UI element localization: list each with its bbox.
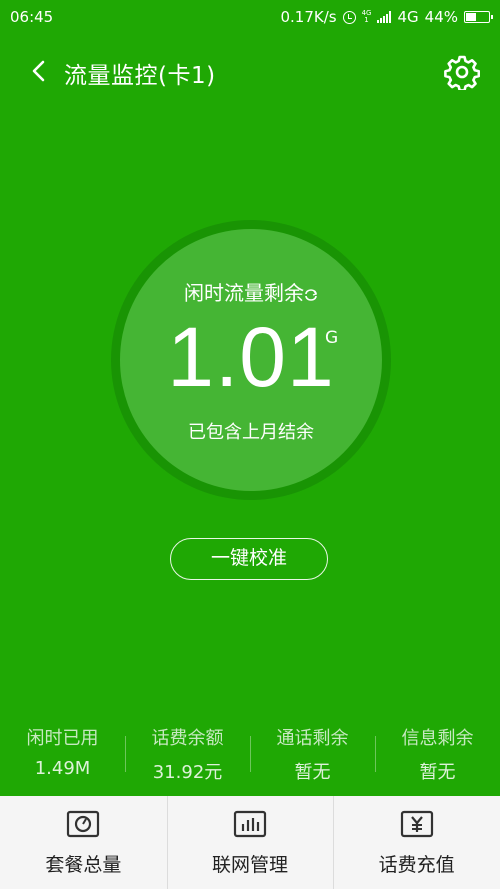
stat-value: 暂无 [419,762,456,783]
usage-note: 已包含上月结余 [188,422,314,443]
stat-label: 话费余额 [151,728,224,749]
nav-label: 联网管理 [212,854,289,876]
stat-balance[interactable]: 话费余额 31.92元 [125,720,250,790]
stat-label: 闲时已用 [26,728,99,749]
sim-indicator-icon: 4G 1 [362,10,372,24]
nav-plan-total[interactable]: 套餐总量 [0,796,167,889]
remaining-data-unit: G [325,328,339,348]
bottom-nav: 套餐总量 联网管理 话费充值 [0,796,500,889]
title-bar: 流量监控(卡1) [0,44,500,100]
stat-idle-used[interactable]: 闲时已用 1.49M [0,720,125,790]
nav-network-management[interactable]: 联网管理 [166,796,334,889]
battery-fill [466,13,476,21]
nav-recharge[interactable]: 话费充值 [333,796,500,889]
yuan-icon [400,810,433,838]
gauge-icon [67,810,100,838]
screen: 06:45 0.17K/s 4G 1 4G 44% 流量监控(卡1) 闲时流量剩… [0,0,500,889]
stat-value: 暂无 [294,762,331,783]
stats-row: 闲时已用 1.49M 话费余额 31.92元 通话剩余 暂无 信息剩余 暂无 [0,720,500,790]
network-speed: 0.17K/s [280,8,337,26]
back-arrow-icon[interactable] [28,58,54,84]
status-bar: 06:45 0.17K/s 4G 1 4G 44% [0,0,500,34]
battery-percent: 44% [424,8,458,26]
nav-label: 话费充值 [378,854,455,876]
stat-label: 通话剩余 [276,728,349,749]
remaining-data-value: 1.01 [167,310,335,404]
page-title: 流量监控(卡1) [64,63,216,89]
bar-chart-icon [233,810,267,838]
usage-caption: 闲时流量剩余 [120,277,382,306]
alarm-icon [342,10,356,24]
network-type: 4G [397,8,419,26]
stat-call-remaining[interactable]: 通话剩余 暂无 [250,720,375,790]
settings-gear-icon[interactable] [444,54,480,90]
refresh-icon[interactable] [304,288,318,302]
usage-caption-text: 闲时流量剩余 [184,281,304,305]
stat-value: 1.49M [34,758,91,779]
status-time: 06:45 [10,8,54,26]
battery-icon [464,11,493,23]
status-icons: 0.17K/s 4G 1 4G 44% [280,8,500,26]
calibrate-button[interactable]: 一键校准 [170,538,328,580]
nav-label: 套餐总量 [45,854,122,876]
stat-label: 信息剩余 [401,728,474,749]
sim-bottom-label: 1 [364,16,369,24]
signal-icon [377,11,392,23]
stat-value: 31.92元 [152,762,223,783]
stat-sms-remaining[interactable]: 信息剩余 暂无 [375,720,500,790]
